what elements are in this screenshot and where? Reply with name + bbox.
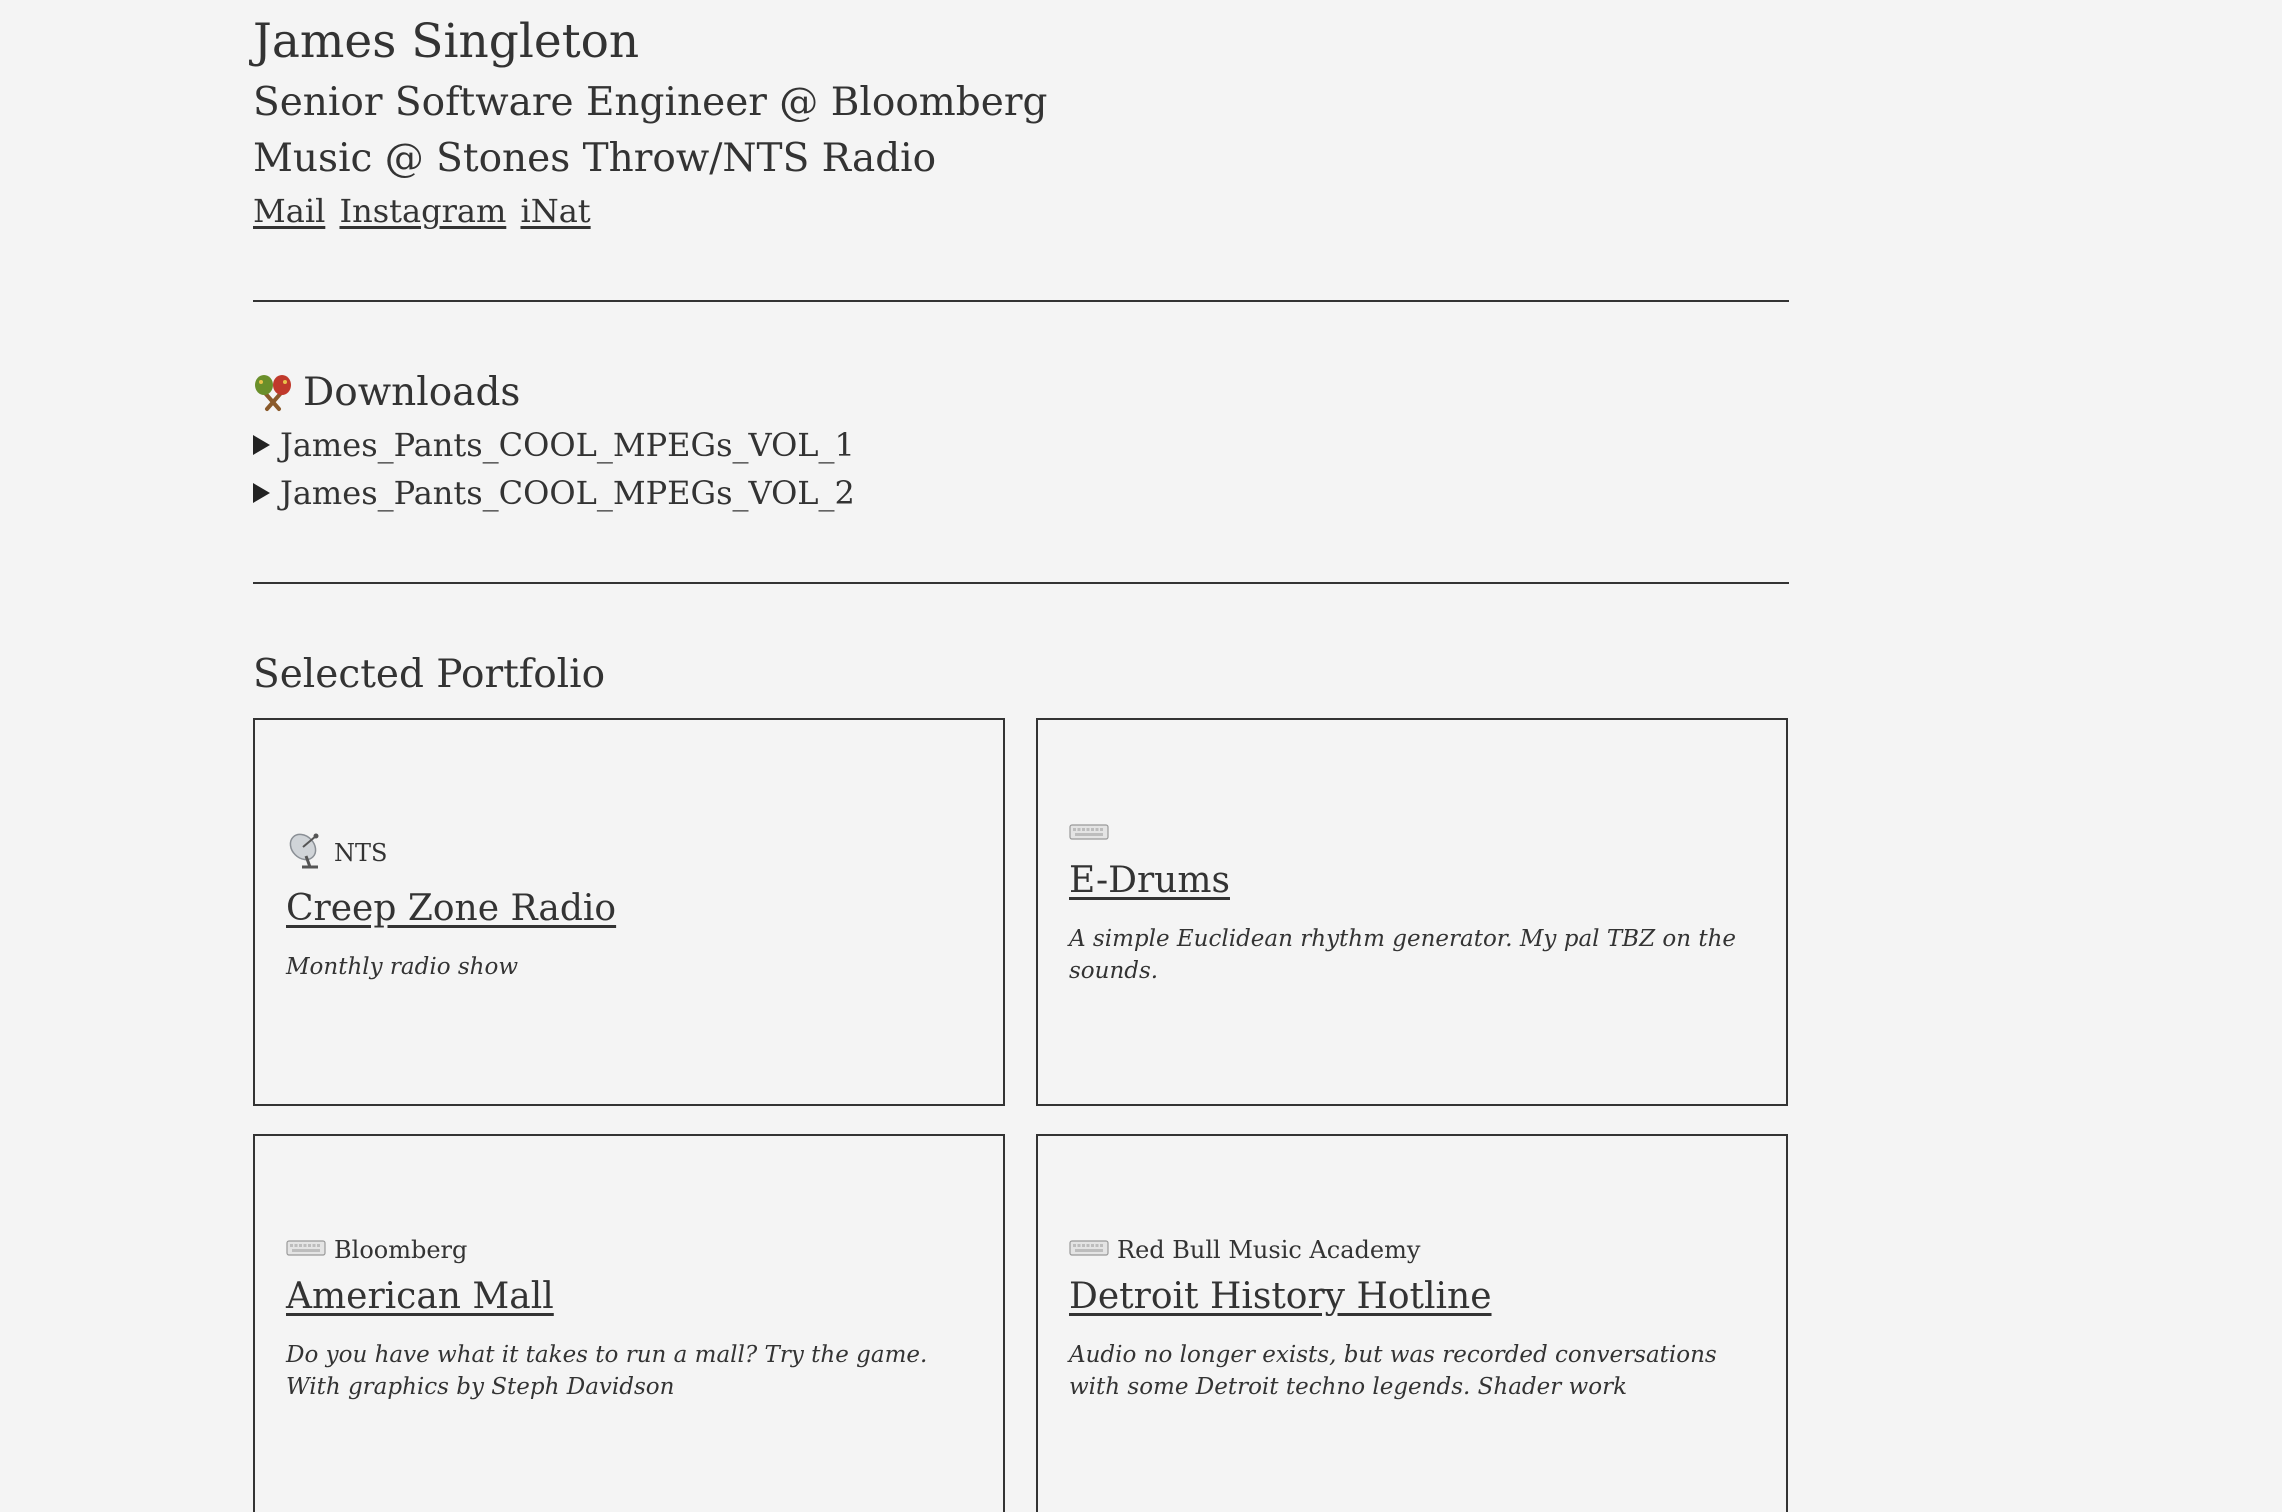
download-item-vol-2[interactable]: James_Pants_COOL_MPEGs_VOL_2 [253,474,855,512]
keyboard-icon [1069,820,1109,848]
card-tag: Red Bull Music Academy [1069,1236,1755,1264]
inat-link[interactable]: iNat [520,192,590,230]
disclosure-triangle-icon [253,435,270,455]
satellite-dish-icon [286,830,326,876]
page: James Singleton Senior Software Engineer… [0,0,2282,1512]
american-mall-link[interactable]: American Mall [286,1276,972,1317]
card-tag: Bloomberg [286,1236,972,1264]
detroit-history-hotline-link[interactable]: Detroit History Hotline [1069,1276,1755,1317]
download-item-label: James_Pants_COOL_MPEGs_VOL_1 [280,426,855,464]
keyboard-icon [1069,1236,1109,1264]
card-description: Monthly radio show [286,954,519,980]
portfolio-card: NTS Creep Zone Radio Monthly radio show [253,718,1005,1106]
card-content: Red Bull Music Academy Detroit History H… [1069,1236,1755,1403]
download-item-label: James_Pants_COOL_MPEGs_VOL_2 [280,474,855,512]
disclosure-triangle-icon [253,483,270,503]
card-description: A simple Euclidean rhythm generator. My … [1069,926,1737,984]
card-tag-label: Red Bull Music Academy [1117,1236,1421,1264]
download-item-vol-1[interactable]: James_Pants_COOL_MPEGs_VOL_1 [253,426,855,464]
card-tag [1069,820,1755,848]
card-description: Do you have what it takes to run a mall?… [286,1342,928,1400]
e-drums-link[interactable]: E-Drums [1069,860,1755,901]
card-tag-label: NTS [334,839,388,867]
card-content: Bloomberg American Mall Do you have what… [286,1236,972,1403]
instagram-link[interactable]: Instagram [339,192,506,230]
downloads-heading: Downloads [253,370,520,415]
mail-link[interactable]: Mail [253,192,325,230]
portfolio-card: Bloomberg American Mall Do you have what… [253,1134,1005,1512]
downloads-heading-label: Downloads [303,370,521,415]
music-subtitle: Music @ Stones Throw/NTS Radio [253,136,937,181]
portfolio-card: Red Bull Music Academy Detroit History H… [1036,1134,1788,1512]
card-description: Audio no longer exists, but was recorded… [1069,1342,1717,1400]
divider [253,300,1789,302]
divider [253,582,1789,584]
page-title: James Singleton [253,14,640,69]
portfolio-heading: Selected Portfolio [253,652,606,697]
portfolio-card: E-Drums A simple Euclidean rhythm genera… [1036,718,1788,1106]
social-links: Mail Instagram iNat [253,192,595,230]
creep-zone-radio-link[interactable]: Creep Zone Radio [286,888,972,929]
card-tag-label: Bloomberg [334,1236,468,1264]
keyboard-icon [286,1236,326,1264]
card-tag: NTS [286,830,972,876]
card-content: NTS Creep Zone Radio Monthly radio show [286,830,972,983]
card-content: E-Drums A simple Euclidean rhythm genera… [1069,820,1755,987]
job-subtitle: Senior Software Engineer @ Bloomberg [253,80,1048,125]
maracas-icon [253,373,293,413]
